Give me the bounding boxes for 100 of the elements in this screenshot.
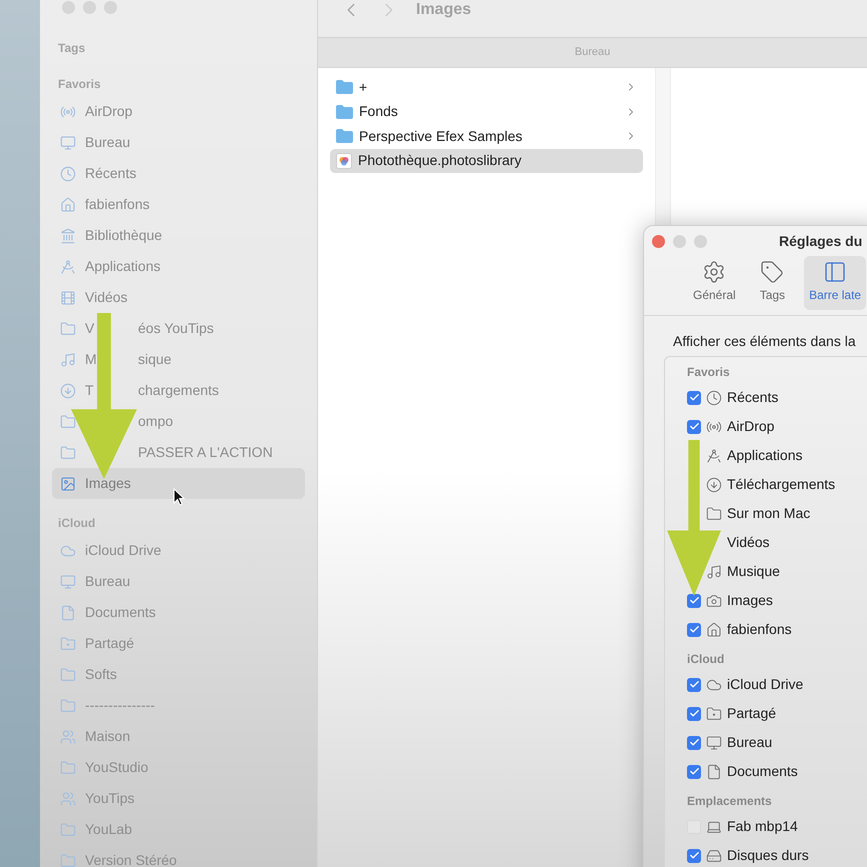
checkbox[interactable] — [687, 678, 701, 692]
toolbar-tab[interactable]: Tags — [754, 256, 790, 310]
sidebar-item[interactable]: fabienfons — [52, 189, 305, 220]
item-label: YouLab — [85, 820, 132, 839]
section-header: iCloud — [687, 651, 724, 668]
item-label: Maison — [85, 727, 130, 746]
item-label: Vidéos — [85, 288, 128, 307]
sidebar-item[interactable]: Documents — [52, 597, 305, 628]
sidebar-item[interactable]: Images — [52, 468, 305, 499]
checkbox[interactable] — [687, 736, 701, 750]
shared-folder-icon — [706, 706, 722, 722]
check-icon — [688, 624, 700, 635]
sidebar-item[interactable]: T chargements — [52, 375, 305, 406]
sidebar-item[interactable]: Maison — [52, 721, 305, 752]
option-label: Fab mbp14 — [727, 817, 798, 836]
film-icon — [60, 290, 76, 306]
sidebar-item[interactable]: AirDrop — [52, 96, 305, 127]
folder-icon — [60, 822, 76, 838]
check-icon — [688, 737, 700, 748]
settings-icon — [702, 260, 726, 284]
option-label: Partagé — [727, 704, 776, 723]
checkbox[interactable] — [687, 420, 701, 434]
file-row[interactable]: Fonds — [330, 100, 643, 124]
folder-icon — [60, 698, 76, 714]
sidebar-item[interactable]: Partagé — [52, 628, 305, 659]
option-label: Applications — [727, 446, 802, 465]
sidebar-item[interactable]: PASSER A L'ACTION — [52, 437, 305, 468]
option-label: Téléchargements — [727, 475, 836, 494]
sidebar-item[interactable]: Version Stéréo — [52, 845, 305, 867]
checkbox[interactable] — [687, 594, 701, 608]
sidebar-item[interactable]: V éos YouTips — [52, 313, 305, 344]
sidebar-item[interactable]: Bureau — [52, 127, 305, 158]
folder-icon — [336, 104, 353, 119]
checkbox[interactable] — [687, 764, 701, 778]
sidebar-item[interactable]: --------------- — [52, 690, 305, 721]
item-label: --------------- — [85, 696, 155, 715]
bank-icon — [60, 228, 76, 244]
item-label: PASSER A L'ACTION — [138, 443, 273, 462]
window-title: Réglages du — [779, 232, 862, 251]
checkbox[interactable] — [687, 390, 701, 404]
sidebar-item[interactable]: Récents — [52, 158, 305, 189]
document-icon — [60, 604, 76, 620]
sidebar-item[interactable]: YouStudio — [52, 752, 305, 783]
sidebar-item[interactable]: ompo — [52, 406, 305, 437]
hard-drive-icon — [706, 848, 722, 864]
checkbox[interactable] — [687, 848, 701, 862]
folder-icon — [336, 80, 353, 94]
sidebar-item[interactable]: Softs — [52, 659, 305, 690]
item-label: ompo — [138, 412, 174, 431]
folder-icon — [336, 129, 353, 144]
camera-icon — [706, 592, 722, 608]
checkbox[interactable] — [687, 706, 701, 720]
sidebar-item[interactable]: M sique — [52, 344, 305, 375]
file-row[interactable]: Photothèque.photoslibrary — [330, 148, 643, 173]
folder-icon — [706, 506, 722, 522]
item-label: fabienfons — [85, 195, 150, 214]
folder-icon — [60, 760, 76, 776]
item-label: AirDrop — [85, 102, 132, 121]
folder-icon — [60, 414, 76, 430]
item-label: Softs — [85, 665, 117, 684]
image-icon — [60, 476, 76, 492]
item-label: sique — [138, 350, 172, 369]
option-label: Documents — [727, 762, 798, 781]
people-icon — [60, 728, 76, 744]
download-icon — [60, 382, 76, 398]
section-header: Tags — [58, 40, 86, 57]
intro-text: Afficher ces éléments dans la — [673, 333, 856, 349]
clock-icon — [706, 390, 722, 406]
item-label: V — [85, 319, 96, 338]
item-label: T — [85, 381, 95, 400]
item-label: éos YouTips — [138, 319, 214, 338]
section-header: iCloud — [58, 515, 96, 532]
path-label: Bureau — [574, 45, 610, 60]
file-row[interactable]: Perspective Efex Samples — [330, 124, 643, 148]
toolbar-tab[interactable]: Général — [688, 256, 741, 310]
house-icon — [706, 622, 722, 638]
item-label: Applications — [85, 257, 160, 276]
sidebar-item[interactable]: YouLab — [52, 814, 305, 845]
close-button[interactable] — [652, 234, 665, 248]
item-label: Documents — [85, 603, 156, 622]
item-label: Images — [85, 474, 131, 493]
checkbox[interactable] — [687, 622, 701, 636]
option-label: Récents — [727, 388, 778, 407]
sidebar-item[interactable]: Vidéos — [52, 282, 305, 313]
section-header: Favoris — [58, 76, 101, 93]
file-name: Fonds — [359, 102, 399, 122]
clock-icon — [60, 166, 76, 182]
file-row[interactable]: + — [330, 75, 643, 100]
sidebar-item[interactable]: Bureau — [52, 566, 305, 597]
sidebar-item[interactable]: YouTips — [52, 783, 305, 814]
item-label: Bibliothèque — [85, 226, 162, 245]
window-title: Images — [416, 0, 472, 20]
sidebar-item[interactable]: iCloud Drive — [52, 535, 305, 566]
sidebar-item[interactable]: Bibliothèque — [52, 220, 305, 251]
toolbar-tab[interactable]: Barre late — [804, 256, 866, 310]
monitor-icon — [60, 574, 76, 590]
compass-icon — [60, 258, 76, 274]
tag-icon — [760, 260, 784, 284]
option-label: iCloud Drive — [727, 675, 804, 694]
sidebar-item[interactable]: Applications — [52, 251, 305, 282]
